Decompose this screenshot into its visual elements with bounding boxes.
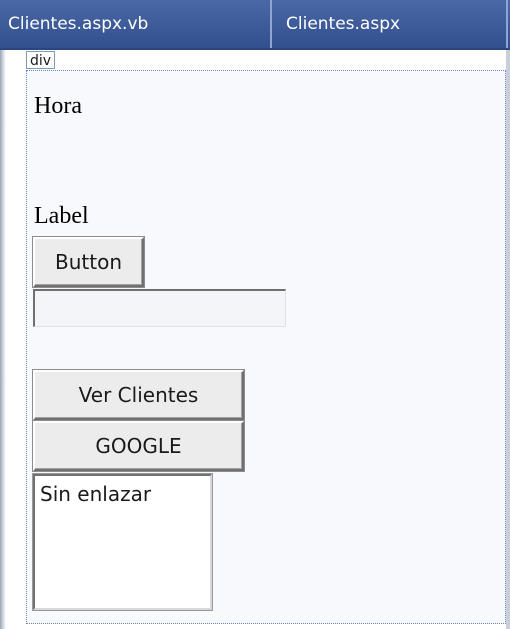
hora-text: Hora [34,93,82,119]
visual-studio-designer: Clientes.aspx.vb Clientes.aspx div Hora … [0,0,510,629]
document-tab-strip: Clientes.aspx.vb Clientes.aspx [0,0,510,50]
tab-clientes-aspx-vb[interactable]: Clientes.aspx.vb [0,0,272,48]
textbox-control[interactable] [33,289,286,327]
google-button[interactable]: GOOGLE [33,421,244,471]
tab-label: Clientes.aspx [286,14,401,34]
designer-left-border [0,50,6,629]
designer-right-border [506,50,510,629]
div-element-tag[interactable]: div [26,51,56,69]
label-control[interactable]: Label [34,200,89,232]
button-control[interactable]: Button [33,237,144,287]
list-item[interactable]: Sin enlazar [35,476,210,506]
listbox-control[interactable]: Sin enlazar [33,474,212,610]
tab-clientes-aspx[interactable]: Clientes.aspx [272,0,508,48]
tab-label: Clientes.aspx.vb [8,14,149,34]
ver-clientes-button[interactable]: Ver Clientes [33,370,244,420]
